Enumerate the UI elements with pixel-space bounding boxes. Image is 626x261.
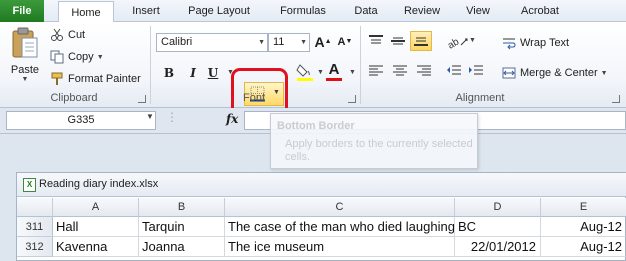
cut-label: Cut	[68, 29, 86, 41]
font-name-combo[interactable]: Calibri ▼	[156, 33, 268, 52]
decrease-indent-icon[interactable]	[446, 64, 462, 78]
clipboard-group-label: Clipboard	[50, 92, 98, 104]
paste-button[interactable]: Paste ▼	[8, 26, 42, 88]
table-cell[interactable]: Joanna	[139, 237, 225, 257]
cut-button[interactable]: Cut	[50, 27, 85, 43]
font-color-icon: A	[328, 61, 340, 78]
font-size-combo[interactable]: 11 ▼	[268, 33, 310, 52]
align-top-icon[interactable]	[368, 34, 384, 48]
wrap-text-button[interactable]: Wrap Text	[502, 35, 569, 51]
table-cell[interactable]: Aug-12	[541, 237, 626, 257]
table-cell[interactable]: Kavenna	[53, 237, 139, 257]
grow-font-icon: A	[314, 34, 325, 50]
tab-home[interactable]: Home	[58, 1, 114, 23]
scissors-icon	[51, 28, 63, 41]
tab-review[interactable]: Review	[396, 0, 448, 22]
tooltip-title: Bottom Border	[277, 120, 355, 132]
workbook-title-bar[interactable]: X Reading diary index.xlsx	[17, 173, 626, 197]
italic-button[interactable]: I	[184, 64, 202, 82]
format-painter-button[interactable]: Format Painter	[50, 71, 141, 87]
table-cell[interactable]: BC	[455, 217, 541, 237]
tab-data[interactable]: Data	[346, 0, 386, 22]
ribbon-tabs: File Home Insert Page Layout Formulas Da…	[0, 0, 626, 23]
select-all-corner[interactable]	[17, 198, 53, 217]
fill-color-dropdown-icon[interactable]: ▼	[317, 69, 324, 76]
align-left-icon[interactable]	[368, 64, 384, 78]
bottom-border-tooltip: Bottom Border Apply borders to the curre…	[270, 113, 478, 169]
name-box[interactable]: G335	[6, 111, 156, 130]
font-name-dropdown-icon[interactable]: ▼	[258, 34, 265, 51]
increase-indent-icon[interactable]	[468, 64, 484, 78]
tab-insert[interactable]: Insert	[124, 0, 168, 22]
splitter-dots-icon[interactable]: ⋮	[166, 110, 178, 124]
align-bottom-button[interactable]	[410, 31, 432, 51]
copy-label: Copy	[68, 51, 94, 63]
tab-page-layout[interactable]: Page Layout	[180, 0, 258, 22]
paste-dropdown-icon[interactable]: ▼	[22, 76, 29, 83]
shrink-font-icon: A	[337, 36, 346, 48]
tab-view[interactable]: View	[458, 0, 498, 22]
svg-text:ab: ab	[446, 36, 461, 49]
align-middle-icon[interactable]	[390, 34, 406, 48]
font-dialog-launcher-icon[interactable]	[348, 95, 356, 103]
font-color-dropdown-icon[interactable]: ▼	[349, 69, 356, 76]
alignment-group-label: Alignment	[455, 92, 505, 104]
font-size-value: 11	[273, 36, 285, 48]
align-right-icon[interactable]	[416, 64, 432, 78]
format-painter-label: Format Painter	[68, 73, 141, 85]
font-name-value: Calibri	[161, 36, 193, 48]
orientation-icon[interactable]: ab	[446, 33, 470, 49]
column-header[interactable]: D	[455, 198, 541, 217]
clipboard-dialog-launcher-icon[interactable]	[138, 95, 146, 103]
table-cell[interactable]: The ice museum	[225, 237, 455, 257]
insert-function-button[interactable]: fx	[226, 112, 238, 126]
table-cell[interactable]: 22/01/2012	[455, 237, 541, 257]
align-center-icon[interactable]	[392, 64, 408, 78]
merge-center-dropdown-icon[interactable]: ▼	[601, 70, 608, 77]
format-painter-icon	[51, 72, 63, 85]
column-header[interactable]: C	[225, 198, 455, 217]
copy-icon	[50, 50, 64, 64]
table-cell[interactable]: Hall	[53, 217, 139, 237]
alignment-dialog-launcher-icon[interactable]	[612, 95, 620, 103]
column-header[interactable]: E	[541, 198, 626, 217]
merge-center-icon	[502, 67, 516, 79]
paste-icon	[12, 27, 38, 58]
copy-button[interactable]: Copy ▼	[50, 49, 104, 65]
font-color-button[interactable]: A	[324, 61, 344, 81]
ribbon: Paste ▼ Cut Copy ▼ Format Painter Clipbo…	[0, 22, 626, 120]
tooltip-body: Apply borders to the currently selected …	[285, 138, 473, 163]
font-color-swatch	[326, 78, 342, 81]
shrink-font-button[interactable]: A▼	[336, 33, 354, 51]
font-group-label: Font	[242, 92, 265, 104]
orientation-dropdown-icon[interactable]: ▼	[469, 37, 476, 44]
tab-acrobat[interactable]: Acrobat	[510, 0, 570, 22]
align-bottom-icon	[414, 37, 428, 46]
merge-center-button[interactable]: Merge & Center ▼	[502, 65, 608, 81]
grow-font-button[interactable]: A▲	[314, 33, 332, 51]
workbook-title: Reading diary index.xlsx	[39, 178, 159, 190]
workbook-window: X Reading diary index.xlsx A B C D E 311…	[16, 172, 626, 261]
paste-label: Paste	[10, 64, 40, 76]
row-header[interactable]: 311	[17, 217, 53, 237]
paint-bucket-icon	[296, 64, 313, 81]
table-cell[interactable]: Tarquin	[139, 217, 225, 237]
row-header[interactable]: 312	[17, 237, 53, 257]
font-size-dropdown-icon[interactable]: ▼	[300, 34, 307, 51]
column-header[interactable]: A	[53, 198, 139, 217]
fill-color-button[interactable]	[294, 62, 316, 81]
tab-formulas[interactable]: Formulas	[270, 0, 336, 22]
bold-button[interactable]: B	[160, 64, 178, 82]
column-header[interactable]: B	[139, 198, 225, 217]
name-box-dropdown-icon[interactable]: ▼	[146, 112, 154, 121]
copy-dropdown-icon[interactable]: ▼	[97, 54, 104, 61]
merge-center-label: Merge & Center	[520, 67, 598, 79]
underline-button[interactable]: U	[204, 64, 222, 82]
table-cell[interactable]: The case of the man who died laughing	[225, 217, 455, 237]
tab-file[interactable]: File	[0, 0, 44, 22]
table-cell[interactable]: Aug-12	[541, 217, 626, 237]
excel-file-icon: X	[23, 178, 36, 192]
wrap-text-icon	[503, 38, 516, 50]
wrap-text-label: Wrap Text	[520, 37, 570, 49]
